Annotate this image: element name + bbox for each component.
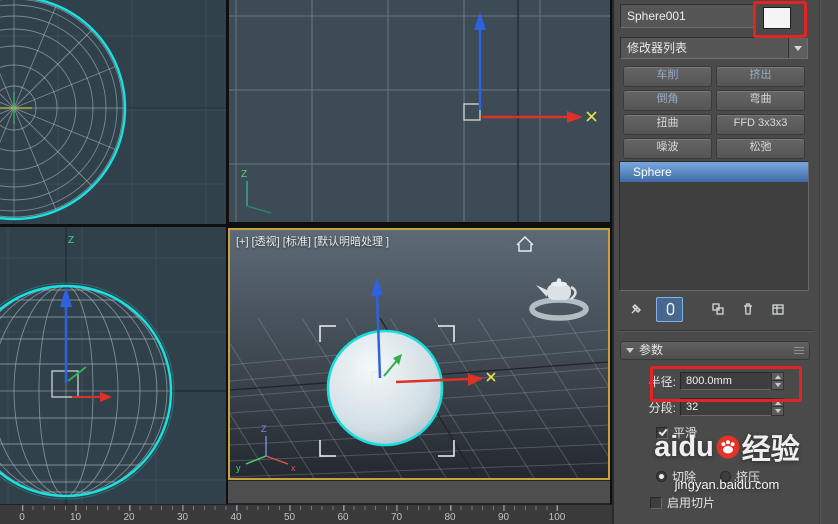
- viewport-left-canvas: Z: [0, 227, 226, 504]
- pin-stack-icon: [631, 304, 641, 314]
- timeline-ruler[interactable]: 0 10 20 30 40 50 60 70 80 90 100: [0, 504, 612, 524]
- ruler-number: 70: [391, 505, 402, 523]
- segments-value: 32: [686, 401, 699, 413]
- rollout-open-icon: [626, 348, 634, 357]
- smooth-label: 平滑: [673, 426, 698, 440]
- pin-stack-button[interactable]: [622, 297, 649, 322]
- spinner-up-icon[interactable]: [771, 398, 784, 407]
- object-color-swatch[interactable]: [763, 7, 791, 29]
- viewport-left[interactable]: Z: [0, 227, 226, 504]
- radius-label: 半径:: [648, 374, 676, 389]
- ruler-number: 90: [498, 505, 509, 523]
- spinner-down-icon[interactable]: [771, 407, 784, 416]
- radius-spinner[interactable]: [771, 372, 784, 390]
- modifier-button-lathe[interactable]: 车削: [623, 66, 712, 87]
- segments-label: 分段:: [648, 400, 676, 415]
- chop-label: 切除: [672, 470, 697, 484]
- radius-input[interactable]: 800.0mm: [680, 372, 784, 390]
- parameters-rollout-header[interactable]: 参数: [620, 341, 810, 360]
- modifier-button-bevel[interactable]: 倒角: [623, 90, 712, 111]
- ruler-minor-ticks: [22, 506, 559, 510]
- smooth-checkbox[interactable]: [656, 426, 668, 439]
- modifier-button-extrude[interactable]: 挤出: [716, 66, 805, 87]
- axis-z-label: Z: [68, 235, 74, 246]
- squash-radio[interactable]: [720, 471, 732, 482]
- enable-slice-checkbox[interactable]: [650, 496, 662, 509]
- stack-toolbar: [622, 296, 798, 322]
- make-unique-icon: [711, 303, 724, 315]
- ruler-number: 60: [337, 505, 349, 523]
- object-name-field[interactable]: Sphere001: [620, 4, 756, 28]
- axis-z-label: Z: [241, 169, 247, 180]
- configure-modifier-sets-icon: [771, 304, 784, 315]
- ruler-number: 0: [19, 505, 25, 523]
- rollout-handle-icon: [794, 347, 804, 355]
- viewport-top-canvas: [0, 0, 226, 224]
- make-unique-button[interactable]: [704, 297, 731, 322]
- slice-checkbox-row: 启用切片: [650, 494, 715, 511]
- command-panel: Sphere001 修改器列表 车削 挤出 倒角 弯曲 扭曲 FFD 3x3x3…: [612, 0, 838, 524]
- ruler-number: 50: [284, 505, 295, 523]
- modifier-button-ffd[interactable]: FFD 3x3x3: [716, 114, 805, 135]
- ruler-number: 100: [549, 505, 565, 523]
- selected-sphere[interactable]: [326, 329, 444, 447]
- viewport-top[interactable]: [0, 0, 226, 224]
- axis-y-label: y: [236, 463, 241, 473]
- ruler-number: 20: [123, 505, 135, 523]
- trash-icon: [743, 303, 752, 315]
- show-end-result-button[interactable]: [656, 296, 683, 322]
- segments-spinner[interactable]: [771, 398, 784, 416]
- modifier-button-bend[interactable]: 弯曲: [716, 90, 805, 111]
- rollout-title: 参数: [639, 343, 664, 357]
- smooth-checkbox-row: 平滑: [656, 424, 697, 441]
- modifier-stack-list[interactable]: Sphere: [619, 161, 809, 291]
- viewport-menus[interactable]: [+] [透视] [标准] [默认明暗处理 ]: [236, 233, 389, 249]
- axis-z-label: Z: [261, 424, 267, 434]
- chop-radio[interactable]: [656, 471, 667, 482]
- modifier-button-noise[interactable]: 噪波: [623, 138, 712, 159]
- ruler-number: 80: [444, 505, 456, 523]
- modifier-buttons: 车削 挤出 倒角 弯曲 扭曲 FFD 3x3x3 噪波 松弛: [623, 66, 805, 159]
- viewport-front[interactable]: Z: [229, 0, 610, 222]
- spinner-up-icon[interactable]: [771, 372, 784, 381]
- axis-x-label: x: [291, 463, 296, 473]
- watermark-text: 经验: [741, 434, 800, 466]
- remove-modifier-button[interactable]: [734, 297, 761, 322]
- ruler-number: 10: [70, 505, 81, 523]
- show-end-result-icon: [666, 302, 674, 316]
- viewport-perspective-canvas: Z x y: [230, 230, 608, 478]
- ruler-number: 30: [177, 505, 188, 523]
- segments-input[interactable]: 32: [680, 398, 784, 416]
- radius-value: 800.0mm: [686, 375, 732, 387]
- baidu-paw-logo-icon: [716, 435, 740, 459]
- segments-row: 分段: 32: [614, 397, 838, 417]
- panel-divider: [819, 0, 820, 524]
- viewport-perspective[interactable]: Z x y [+] [透视] [标准] [默认明暗处理 ]: [228, 228, 610, 480]
- dropdown-button[interactable]: [788, 38, 807, 58]
- viewport-front-canvas: Z: [229, 0, 610, 222]
- hemisphere-mode-row: 切除 挤压: [656, 468, 784, 485]
- ruler-number: 40: [230, 505, 242, 523]
- 3dsmax-window: Z Z Z x y [+] [透视] [标准] [默认明暗处理] 0 10 2…: [0, 0, 838, 524]
- modifier-list-label: 修改器列表: [627, 41, 688, 55]
- modifier-button-twist[interactable]: 扭曲: [623, 114, 712, 135]
- radius-row: 半径: 800.0mm: [614, 371, 838, 391]
- chevron-down-icon: [794, 46, 802, 55]
- squash-label: 挤压: [736, 470, 761, 484]
- configure-modifier-sets-button[interactable]: [764, 297, 791, 322]
- modifier-button-relax[interactable]: 松弛: [716, 138, 805, 159]
- track-bar[interactable]: [228, 480, 610, 504]
- modifier-list-dropdown[interactable]: 修改器列表: [620, 37, 808, 59]
- spinner-down-icon[interactable]: [771, 381, 784, 390]
- panel-separator: [618, 330, 812, 331]
- enable-slice-label: 启用切片: [667, 496, 716, 510]
- stack-item-sphere[interactable]: Sphere: [620, 162, 808, 182]
